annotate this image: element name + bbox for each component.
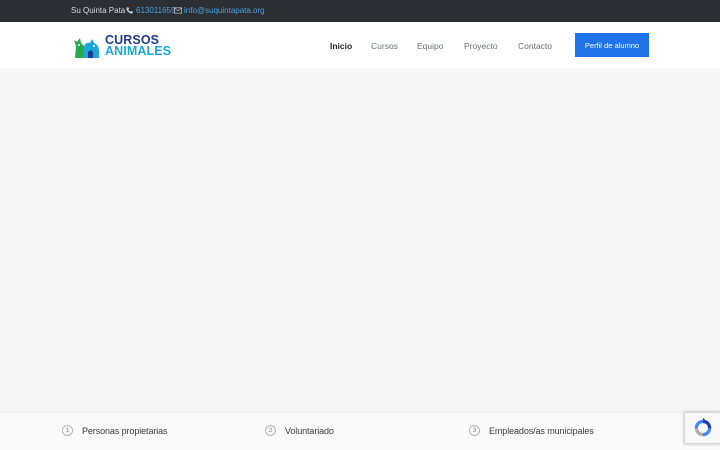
site-brand-text: Su Quinta Pata bbox=[71, 6, 126, 15]
nav-item-proyecto[interactable]: Proyecto bbox=[464, 41, 498, 51]
logo-wordmark: CURSOS ANIMALES bbox=[105, 34, 172, 58]
email-link[interactable]: info@suquintapata.org bbox=[184, 6, 265, 15]
mail-icon bbox=[174, 7, 182, 14]
nav-item-equipo[interactable]: Equipo bbox=[417, 41, 443, 51]
step-number: 1 bbox=[62, 425, 73, 436]
top-bar: Su Quinta Pata 613011655 info@suquintapa… bbox=[0, 0, 720, 22]
recaptcha-badge[interactable] bbox=[684, 412, 720, 444]
audience-item-owners[interactable]: 1 Personas propietarias bbox=[62, 425, 168, 436]
nav-item-inicio[interactable]: Inicio bbox=[330, 41, 352, 51]
phone-contact[interactable]: 613011655 bbox=[126, 6, 175, 15]
nav-item-cursos[interactable]: Cursos bbox=[371, 41, 398, 51]
step-number: 2 bbox=[265, 425, 276, 436]
audience-label: Personas propietarias bbox=[82, 425, 168, 436]
audience-item-volunteering[interactable]: 2 Voluntariado bbox=[265, 425, 334, 436]
audience-item-municipal[interactable]: 3 Empleados/as municipales bbox=[469, 425, 594, 436]
main-content-area bbox=[0, 68, 720, 412]
phone-icon bbox=[126, 7, 133, 14]
phone-link[interactable]: 613011655 bbox=[136, 6, 175, 15]
step-number: 3 bbox=[469, 425, 480, 436]
audience-label: Empleados/as municipales bbox=[489, 425, 594, 436]
site-logo[interactable]: CURSOS ANIMALES bbox=[72, 32, 180, 60]
audience-label: Voluntariado bbox=[285, 425, 334, 436]
animals-logo-icon bbox=[74, 38, 99, 58]
nav-item-contacto[interactable]: Contacto bbox=[518, 41, 552, 51]
logo-line-2: ANIMALES bbox=[105, 44, 172, 58]
audience-strip: 1 Personas propietarias 2 Voluntariado 3… bbox=[0, 412, 720, 450]
email-contact[interactable]: info@suquintapata.org bbox=[174, 6, 265, 15]
recaptcha-icon bbox=[694, 417, 711, 437]
site-header: CURSOS ANIMALES Inicio Cursos Equipo Pro… bbox=[0, 22, 720, 68]
student-profile-button[interactable]: Perfil de alumno bbox=[575, 33, 649, 57]
